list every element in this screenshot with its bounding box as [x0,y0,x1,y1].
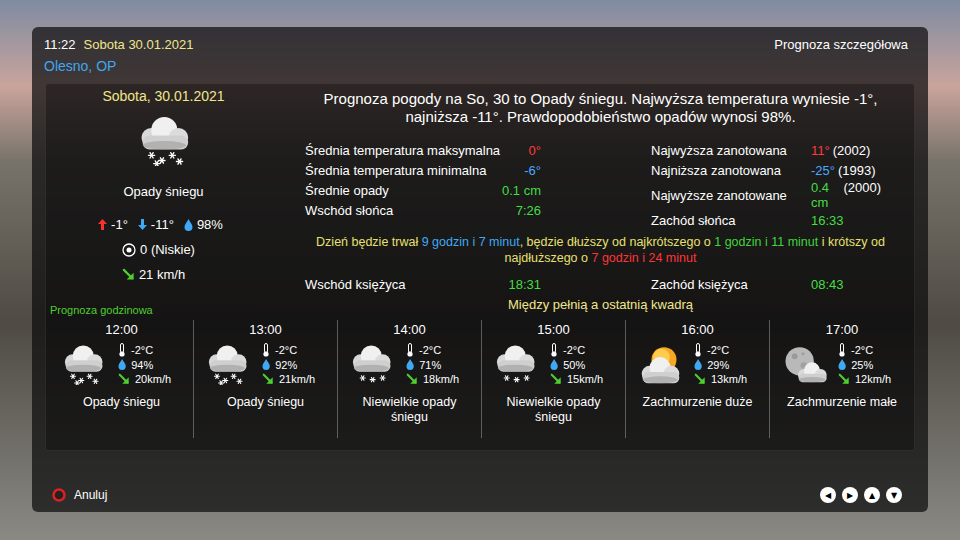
thermometer-icon [118,343,126,357]
hourly-forecast: Prognoza godzinowa 12:00 -2°C 94% 20km/h… [46,312,914,438]
moon-row: Zachód księżyca 08:43 [651,274,881,294]
today-max: -1° [111,217,128,232]
hour-time: 16:00 [681,322,714,337]
wind-arrow-icon [694,373,706,385]
arrow-down-icon [138,219,147,230]
stat-row: Średnie opady 0.1 cm [305,180,541,200]
day-section: Sobota, 30.01.2021 Opady śniegu -1° -11°… [46,84,914,312]
drop-icon [406,359,414,370]
nav-buttons: ◀ ▶ ▲ ▼ [820,487,902,503]
clock: 11:22 [44,37,76,52]
stat-row: Średnia temperatura minimalna -6° [305,160,541,180]
thermometer-icon [262,343,270,357]
hour-condition: Niewielkie opady śniegu [499,395,609,425]
moon-times: Wschód księżyca 18:31 Zachód księżyca 08:… [281,274,900,294]
nav-button[interactable]: ▼ [886,487,902,503]
thermometer-icon [694,343,702,357]
content-panel: Sobota, 30.01.2021 Opady śniegu -1° -11°… [45,83,915,451]
drop-icon [694,359,702,370]
hour-card: 14:00 -2°C 71% 18km/h Niewielkie opady ś… [338,320,482,438]
hour-card: 15:00 -2°C 50% 15km/h Niewielkie opady ś… [482,320,626,438]
hour-condition: Opady śniegu [83,395,160,410]
location: Olesno, OP [44,58,116,74]
weather-icon [346,343,396,385]
hour-time: 13:00 [249,322,282,337]
wind-arrow-icon [122,268,135,281]
weather-icon [202,343,252,385]
weather-icon [778,343,828,385]
stat-row: Najwyższe zanotowane 0.4 cm (2000) [651,180,881,210]
red-button-icon [52,488,66,502]
moon-row: Wschód księżyca 18:31 [305,274,541,294]
wind-arrow-icon [262,373,274,385]
nav-button[interactable]: ▶ [842,487,858,503]
today-column: Sobota, 30.01.2021 Opady śniegu -1° -11°… [46,84,281,312]
today-min: -11° [151,217,174,232]
stat-row: Zachód słońca 16:33 [651,210,881,230]
footer: Anuluj ◀ ▶ ▲ ▼ [32,478,928,512]
hour-time: 14:00 [393,322,426,337]
screen: 11:22 Sobota 30.01.2021 Prognoza szczegó… [0,0,960,540]
nav-button[interactable]: ◀ [820,487,836,503]
uv-icon [122,243,136,257]
daylight-info: Dzień będzie trwał 9 godzin i 7 minut, b… [281,234,900,266]
drop-icon [262,359,270,370]
hour-card: 17:00 -2°C 25% 12km/h Zachmurzenie małe [770,320,914,438]
thermometer-icon [406,343,414,357]
weather-icon [133,114,195,166]
wind-arrow-icon [118,373,130,385]
today-wind: 21 km/h [122,267,185,282]
today-precip: 98% [197,217,223,232]
hourly-label: Prognoza godzinowa [50,304,914,316]
today-uv: 0 (Niskie) [122,242,195,257]
stat-row: Najniższa zanotowana -25° (1993) [651,160,881,180]
hour-card: 16:00 -2°C 29% 13km/h Zachmurzenie duże [626,320,770,438]
drop-icon [184,219,193,231]
location-row: Olesno, OP [32,53,928,77]
summary: Prognoza pogody na So, 30 to Opady śnieg… [281,90,900,126]
weather-icon [634,343,684,385]
details: Prognoza pogody na So, 30 to Opady śnieg… [281,84,914,312]
wind-arrow-icon [550,373,562,385]
moon-phase: Między pełnią a ostatnią kwadrą [281,297,900,312]
hour-time: 12:00 [105,322,138,337]
today-temps: -1° -11° 98% [98,217,229,232]
today-date: Sobota, 30.01.2021 [102,88,224,104]
hour-condition: Zachmurzenie duże [643,395,753,410]
hour-time: 17:00 [826,322,859,337]
hour-condition: Niewielkie opady śniegu [355,395,465,425]
stat-row: Najwyższa zanotowana 11° (2002) [651,140,881,160]
hour-condition: Opady śniegu [227,395,304,410]
stats: Średnia temperatura maksymalna 0°Średnia… [281,140,900,230]
thermometer-icon [838,343,846,357]
nav-button[interactable]: ▲ [864,487,880,503]
arrow-up-icon [98,219,107,230]
today-condition: Opady śniegu [123,184,203,199]
hour-card: 12:00 -2°C 94% 20km/h Opady śniegu [50,320,194,438]
weather-icon [490,343,540,385]
wind-arrow-icon [838,373,850,385]
cancel-button[interactable]: Anuluj [52,488,107,502]
weather-icon [58,343,108,385]
screen-title: Prognoza szczegółowa [774,37,908,52]
forecast-window: 11:22 Sobota 30.01.2021 Prognoza szczegó… [32,27,928,512]
drop-icon [550,359,558,370]
stat-row: Średnia temperatura maksymalna 0° [305,140,541,160]
drop-icon [118,359,126,370]
hour-time: 15:00 [537,322,570,337]
thermometer-icon [550,343,558,357]
header-date: Sobota 30.01.2021 [84,37,194,52]
hour-condition: Zachmurzenie małe [787,395,897,410]
wind-arrow-icon [406,373,418,385]
top-bar: 11:22 Sobota 30.01.2021 Prognoza szczegó… [32,27,928,53]
stat-row: Wschód słońca 7:26 [305,200,541,220]
hour-card: 13:00 -2°C 92% 21km/h Opady śniegu [194,320,338,438]
drop-icon [838,359,846,370]
